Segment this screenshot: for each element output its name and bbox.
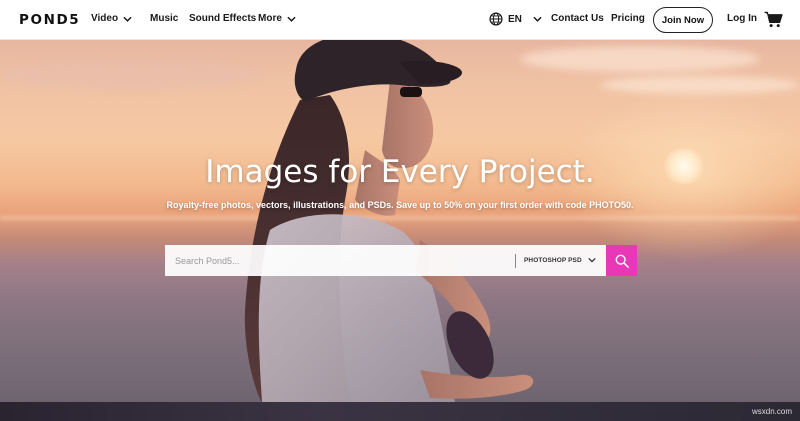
category-label: PHOTOSHOP PSD: [524, 257, 582, 264]
language-selector[interactable]: EN: [489, 12, 542, 26]
nav-item-label: Music: [150, 13, 179, 24]
log-in-link[interactable]: Log In: [727, 13, 757, 24]
hero-subtitle: Royalty-free photos, vectors, illustrati…: [166, 200, 634, 210]
search-icon: [615, 254, 629, 268]
search-button[interactable]: [606, 245, 637, 276]
globe-icon: [489, 12, 503, 26]
contact-us-link[interactable]: Contact Us: [551, 13, 604, 24]
divider: [515, 253, 516, 268]
pond5-logo[interactable]: POND5: [19, 12, 80, 28]
nav-item-more[interactable]: More: [258, 13, 296, 24]
nav-item-label: More: [258, 13, 282, 24]
hero-title: Images for Every Project.: [205, 154, 595, 190]
watermark: wsxdn.com: [752, 407, 793, 416]
category-dropdown[interactable]: PHOTOSHOP PSD: [515, 245, 606, 276]
nav-item-music[interactable]: Music: [150, 13, 178, 24]
search-input[interactable]: [165, 245, 515, 276]
language-label: EN: [508, 13, 522, 25]
nav-item-video[interactable]: Video: [91, 13, 132, 24]
top-nav: POND5 Video Music Sound Effects More EN …: [0, 0, 800, 40]
nav-item-sound-effects[interactable]: Sound Effects: [189, 13, 256, 24]
join-now-button[interactable]: Join Now: [653, 7, 713, 33]
chevron-down-icon: [287, 16, 296, 22]
hero-banner: Images for Every Project. Royalty-free p…: [0, 40, 800, 402]
chevron-down-icon: [123, 16, 132, 22]
cart-icon[interactable]: [764, 11, 783, 28]
nav-item-label: Video: [91, 13, 119, 24]
chevron-down-icon: [533, 16, 542, 22]
bottom-image-strip: [0, 402, 800, 421]
pricing-link[interactable]: Pricing: [611, 13, 645, 24]
search-bar: PHOTOSHOP PSD: [165, 245, 637, 276]
chevron-down-icon: [588, 257, 596, 263]
hero-photo-person: [244, 40, 534, 402]
nav-item-label: Sound Effects: [189, 13, 257, 24]
